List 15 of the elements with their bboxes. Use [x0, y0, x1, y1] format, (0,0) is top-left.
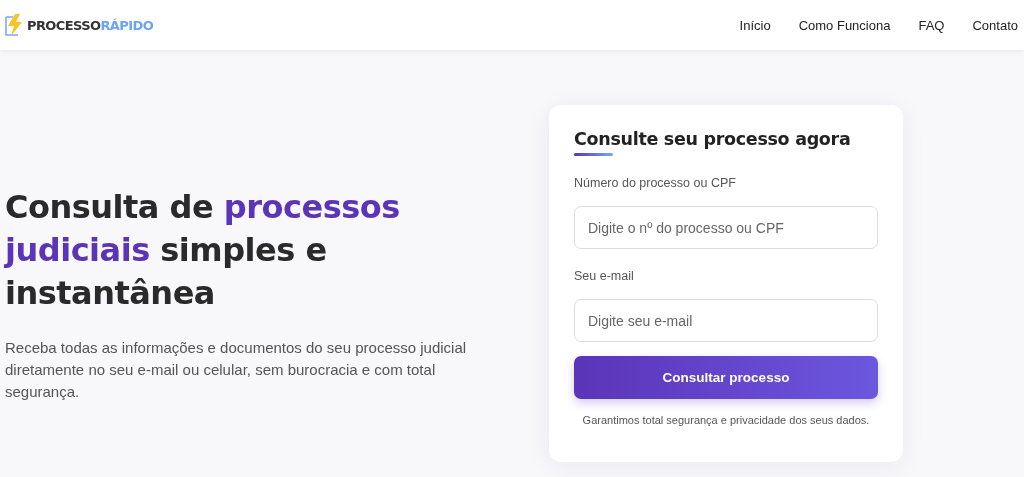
- nav-link[interactable]: Início: [739, 17, 771, 33]
- nav-link[interactable]: Como Funciona: [798, 17, 891, 33]
- title-underline: [574, 153, 613, 156]
- nav-link[interactable]: Contato: [972, 17, 1018, 33]
- input-field[interactable]: Digite seu e-mail: [574, 299, 878, 342]
- hero-headline: Consulta de processos judiciais simples e instantânea: [5, 187, 401, 314]
- submit-button[interactable]: Consultar processo: [574, 356, 878, 399]
- hero-description: Receba todas as informações e documentos do seu processo judicial diretamente no seu e-mail ou celular, sem burocracia e com total segurança.: [5, 338, 468, 402]
- field-label: Seu e-mail: [574, 269, 635, 283]
- input-field[interactable]: Digite o nº do processo ou CPF: [574, 206, 878, 249]
- form-title: Consulte seu processo agora: [574, 129, 852, 149]
- privacy-note: Garantimos total segurança e privacidade dos seus dados.: [581, 414, 871, 426]
- logo-wordmark: PROCESSORÁPIDO: [27, 17, 154, 33]
- field-label: Número do processo ou CPF: [574, 176, 737, 190]
- nav-link[interactable]: FAQ: [918, 17, 945, 33]
